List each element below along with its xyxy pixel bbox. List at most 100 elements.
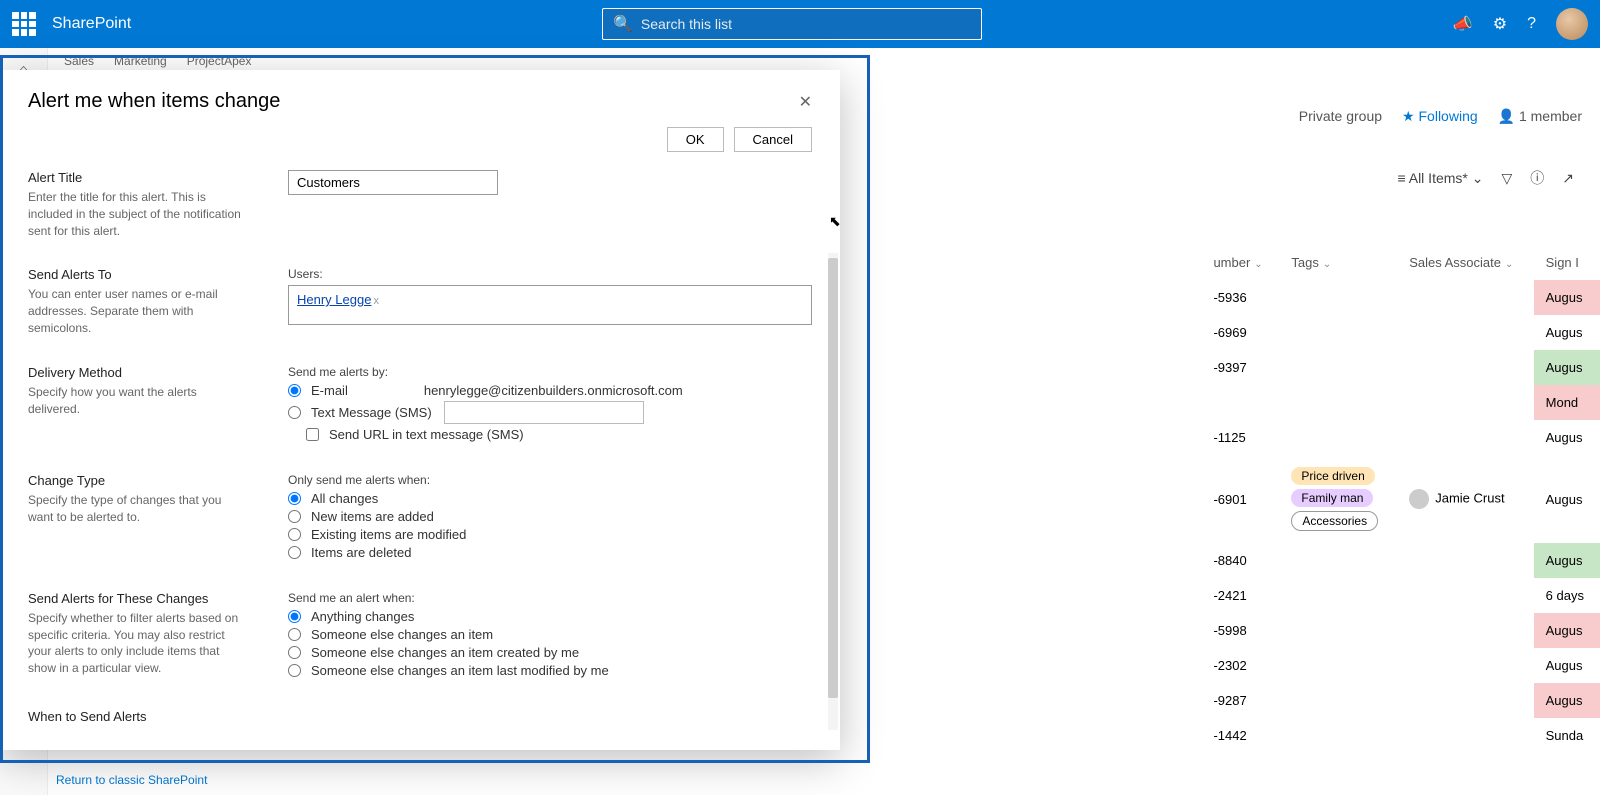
cell-associate [1397,648,1533,683]
alert-title-input[interactable] [288,170,498,195]
ok-button[interactable]: OK [667,127,724,152]
cell-associate: Jamie Crust [1397,455,1533,543]
following-toggle[interactable]: ★ Following [1402,108,1478,125]
alert-dialog: Alert me when items change ✕ OK Cancel A… [0,70,840,750]
cell-sign: Augus [1534,613,1600,648]
info-icon[interactable]: ⓘ [1530,168,1544,188]
alert-title-desc: Enter the title for this alert. This is … [28,189,248,239]
dialog-title: Alert me when items change [28,90,280,113]
return-classic-link[interactable]: Return to classic SharePoint [56,773,207,787]
scrollbar-thumb[interactable] [828,258,838,698]
suite-bar: SharePoint 🔍 📣 ⚙ ? [0,0,1600,48]
sms-number-input[interactable] [444,401,644,424]
cell-sign: Augus [1534,280,1600,315]
user-avatar[interactable] [1556,8,1588,40]
gear-icon[interactable]: ⚙ [1493,14,1507,34]
col-tags[interactable]: Tags⌄ [1279,245,1397,280]
cell-number: -1125 [1201,420,1279,455]
cell-number: -2421 [1201,578,1279,613]
fc-anything-radio[interactable] [288,610,301,623]
fc-else-item-radio[interactable] [288,628,301,641]
only-send-label: Only send me alerts when: [288,473,812,487]
change-type-desc: Specify the type of changes that you wan… [28,492,248,526]
cell-tags [1279,350,1397,385]
megaphone-icon[interactable]: 📣 [1453,14,1473,34]
cell-sign: Augus [1534,350,1600,385]
for-changes-label: Send Alerts for These Changes [28,591,248,606]
app-launcher-icon[interactable] [12,12,36,36]
cell-associate [1397,613,1533,648]
avatar [1409,489,1429,509]
cell-sign: Augus [1534,683,1600,718]
cell-number: -1442 [1201,718,1279,753]
delivery-email-radio[interactable] [288,384,301,397]
cell-sign: Mond [1534,385,1600,420]
send-alert-when-label: Send me an alert when: [288,591,812,605]
cell-tags [1279,315,1397,350]
delivery-label: Delivery Method [28,365,248,380]
col-sign[interactable]: Sign I [1534,245,1600,280]
cell-associate [1397,543,1533,578]
cell-tags [1279,648,1397,683]
cell-associate [1397,385,1533,420]
cell-associate [1397,280,1533,315]
cell-number: -6969 [1201,315,1279,350]
close-icon[interactable]: ✕ [799,92,812,112]
remove-person-icon[interactable]: x [373,295,379,307]
view-selector[interactable]: ≡ All Items* ⌄ [1397,170,1483,187]
person-chip[interactable]: Henry Legge [297,292,371,307]
cell-number: -9287 [1201,683,1279,718]
cell-number: -9397 [1201,350,1279,385]
cell-number: -8840 [1201,543,1279,578]
search-icon: 🔍 [613,14,633,34]
breadcrumb-item[interactable]: Sales [64,54,94,70]
cell-sign: Augus [1534,420,1600,455]
filter-icon[interactable]: ▽ [1501,170,1512,187]
fc-else-modified-radio[interactable] [288,664,301,677]
ct-modified-radio[interactable] [288,528,301,541]
fc-else-created-radio[interactable] [288,646,301,659]
users-label: Users: [288,267,812,281]
cancel-button[interactable]: Cancel [734,127,812,152]
tag-chip: Family man [1291,489,1373,507]
search-input[interactable] [641,16,971,32]
cell-number: -6901 [1201,455,1279,543]
members-count[interactable]: 👤 1 member [1498,108,1582,125]
breadcrumb-item[interactable]: ProjectApex [187,54,252,70]
cell-associate [1397,718,1533,753]
group-type: Private group [1299,108,1382,124]
users-people-picker[interactable]: Henry Leggex [288,285,812,325]
when-send-label: When to Send Alerts [28,709,248,724]
cell-tags [1279,613,1397,648]
expand-icon[interactable]: ↗ [1562,170,1574,187]
suite-actions: 📣 ⚙ ? [1453,8,1588,40]
send-url-sms-checkbox[interactable] [306,428,319,441]
cell-associate [1397,420,1533,455]
cell-tags [1279,718,1397,753]
send-to-label: Send Alerts To [28,267,248,282]
ct-deleted-radio[interactable] [288,546,301,559]
cell-number [1201,385,1279,420]
cell-tags [1279,385,1397,420]
col-sales-associate[interactable]: Sales Associate⌄ [1397,245,1533,280]
cell-sign: Augus [1534,648,1600,683]
cell-number: -5998 [1201,613,1279,648]
breadcrumb-item[interactable]: Marketing [114,54,167,70]
tag-chip: Price driven [1291,467,1374,485]
tag-chip: Accessories [1291,511,1378,531]
cell-associate [1397,315,1533,350]
help-icon[interactable]: ? [1527,15,1536,33]
cell-sign: Augus [1534,543,1600,578]
send-to-desc: You can enter user names or e-mail addre… [28,286,248,336]
ct-new-radio[interactable] [288,510,301,523]
ct-all-radio[interactable] [288,492,301,505]
cell-associate [1397,578,1533,613]
search-box[interactable]: 🔍 [602,8,982,40]
cell-sign: Augus [1534,455,1600,543]
for-changes-desc: Specify whether to filter alerts based o… [28,610,248,677]
cell-tags [1279,280,1397,315]
cell-tags [1279,420,1397,455]
delivery-sms-radio[interactable] [288,406,301,419]
col-number[interactable]: umber⌄ [1201,245,1279,280]
cell-number: -2302 [1201,648,1279,683]
